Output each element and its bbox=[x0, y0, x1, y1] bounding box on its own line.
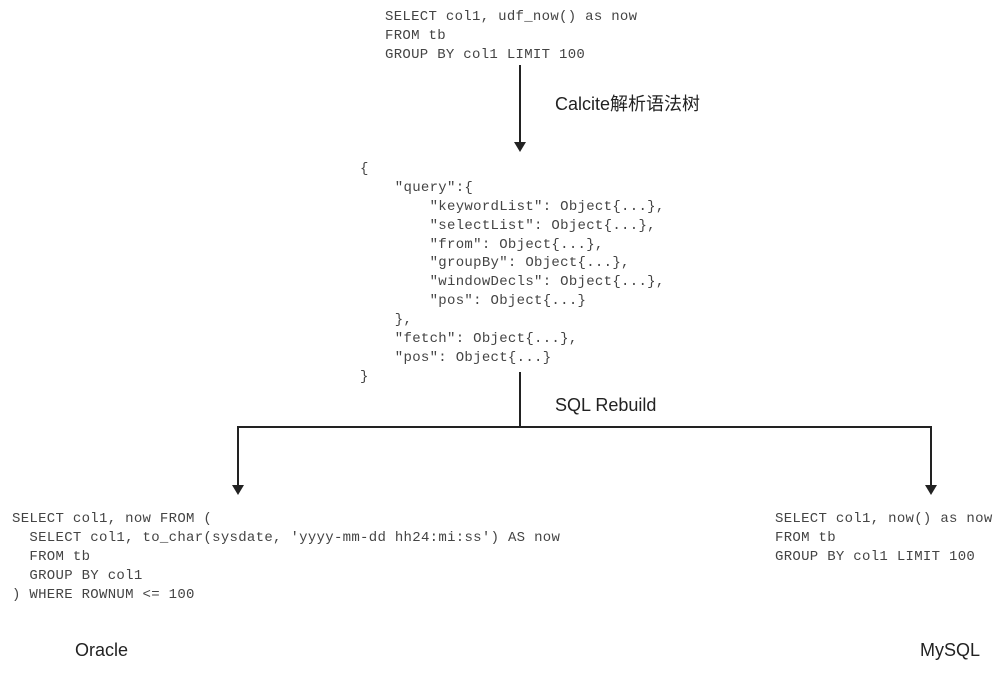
arrow-rebuild-stem bbox=[519, 372, 521, 427]
arrow-oracle-head bbox=[232, 485, 244, 495]
mysql-label: MySQL bbox=[920, 640, 980, 661]
arrow-mysql-branch bbox=[930, 426, 932, 486]
ast-json-code: { "query":{ "keywordList": Object{...}, … bbox=[360, 160, 665, 387]
mysql-sql-code: SELECT col1, now() as now FROM tb GROUP … bbox=[775, 510, 993, 567]
source-sql-code: SELECT col1, udf_now() as now FROM tb GR… bbox=[385, 8, 637, 65]
arrow-parse-head bbox=[514, 142, 526, 152]
oracle-label: Oracle bbox=[75, 640, 128, 661]
arrow-parse bbox=[519, 65, 521, 143]
arrow-horizontal-split bbox=[237, 426, 932, 428]
arrow-oracle-branch bbox=[237, 426, 239, 486]
rebuild-label: SQL Rebuild bbox=[555, 395, 656, 416]
arrow-mysql-head bbox=[925, 485, 937, 495]
parse-label: Calcite解析语法树 bbox=[555, 90, 700, 116]
oracle-sql-code: SELECT col1, now FROM ( SELECT col1, to_… bbox=[12, 510, 560, 604]
